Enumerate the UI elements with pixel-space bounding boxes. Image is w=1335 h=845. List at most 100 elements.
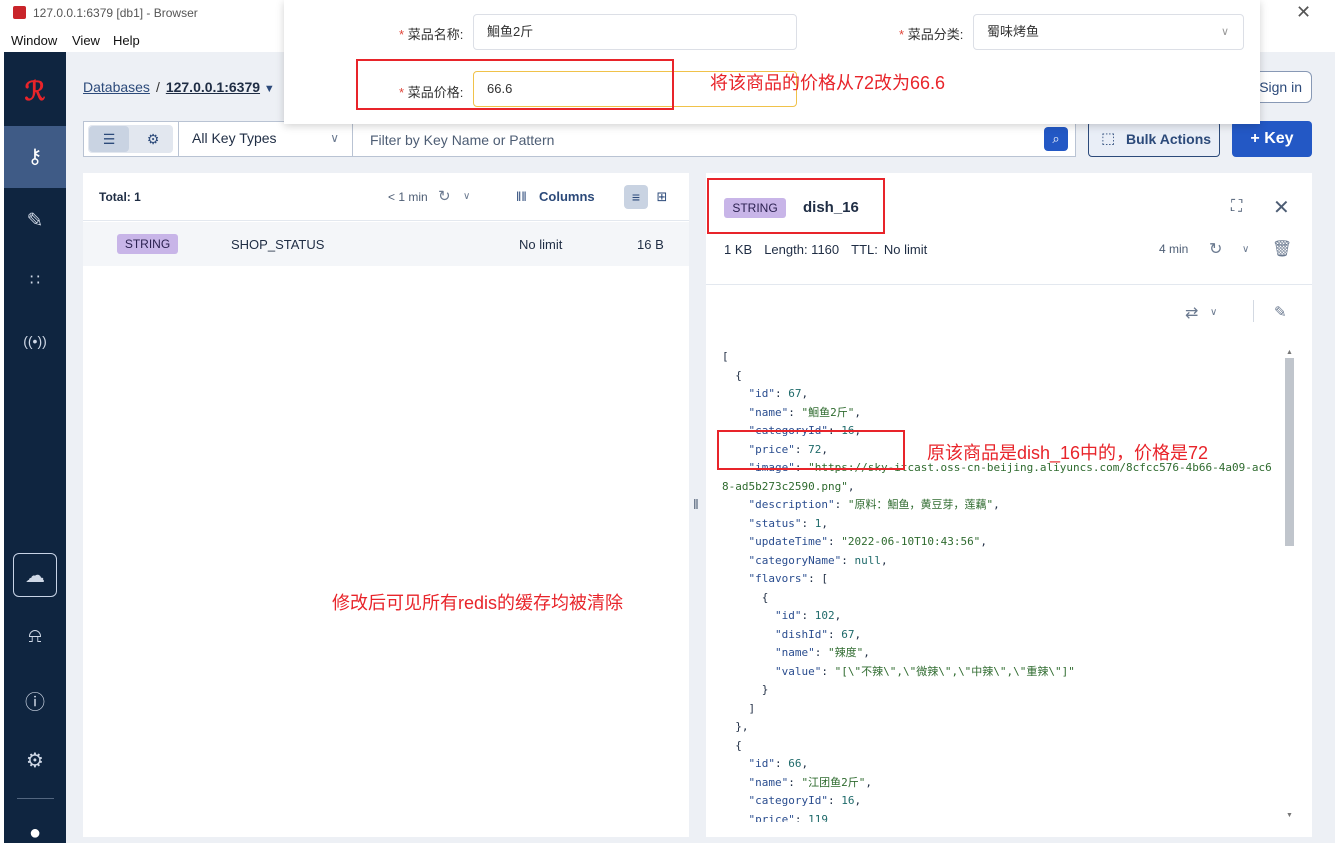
bell-icon[interactable]: ⍾ [4, 625, 66, 648]
list-view-icon[interactable]: ≡ [624, 185, 648, 209]
json-line: { [722, 590, 769, 604]
trash-icon[interactable]: 🗑 [1272, 239, 1292, 259]
json-line: [ [722, 350, 729, 363]
search-icon[interactable]: ⌕ [1044, 127, 1068, 151]
ttl-value[interactable]: No limit [884, 242, 927, 257]
chevron-down-icon[interactable]: ∨ [1210, 307, 1217, 318]
type-badge: STRING [117, 234, 178, 254]
dish-category-select[interactable]: 蜀味烤鱼 ∨ [973, 14, 1244, 50]
annotation-box-price [356, 59, 674, 110]
required-mark: * [899, 27, 905, 42]
chevron-down-icon: ∨ [330, 131, 339, 145]
key-list-panel [83, 173, 689, 837]
key-size: 16 B [637, 237, 664, 252]
total-count: Total: 1 [99, 190, 141, 204]
dish-name-label: * 菜品名称: [399, 24, 463, 43]
key-length: Length: 1160 [764, 242, 840, 257]
filter-input[interactable] [370, 130, 1030, 150]
dish-name-label-text: 菜品名称: [407, 27, 464, 42]
search-view-icon[interactable]: ⚙ [134, 126, 172, 152]
settings-icon[interactable]: ⚙ [4, 748, 66, 773]
annotation-box-price-field [717, 430, 905, 470]
key-type-value: All Key Types [192, 130, 277, 146]
json-line: "flavors": [ [748, 572, 828, 585]
app-logo-icon [13, 6, 26, 19]
help-icon[interactable]: ⓘ [4, 686, 66, 715]
refresh-icon[interactable]: ↻ [438, 187, 451, 205]
menu-help[interactable]: Help [113, 33, 140, 48]
annotation-box-key [707, 178, 885, 234]
json-line: "id": 66, [748, 757, 809, 770]
fullscreen-icon[interactable]: ⛶ [1231, 198, 1242, 216]
json-line: { [722, 738, 742, 752]
json-line: "categoryId": 16, [748, 794, 862, 807]
chevron-down-icon[interactable]: ▼ [264, 83, 275, 95]
json-line: "categoryName": null, [748, 553, 888, 567]
breadcrumb-databases[interactable]: Databases [83, 79, 150, 95]
dish-category-value: 蜀味烤鱼 [987, 24, 1040, 39]
annotation-original: 原该商品是dish_16中的，价格是72 [927, 443, 1209, 463]
json-line: "dishId": 67, [774, 627, 862, 641]
edit-icon[interactable]: ✎ [4, 208, 66, 233]
key-name: SHOP_STATUS [231, 237, 325, 252]
annotation-cache-cleared: 修改后可见所有redis的缓存均被清除 [332, 593, 624, 613]
chevron-down-icon: ∨ [1220, 26, 1229, 38]
scroll-up-icon[interactable]: ▲ [1286, 349, 1293, 356]
scroll-down-icon[interactable]: ▼ [1286, 812, 1293, 819]
json-line: ] [722, 701, 756, 715]
pubsub-icon[interactable]: ((•)) [4, 333, 66, 349]
json-line: }, [722, 720, 749, 733]
json-line: { [722, 368, 742, 382]
menu-window[interactable]: Window [11, 33, 57, 48]
json-line: "name": "鮰鱼2斤", [748, 405, 862, 419]
cloud-icon: ☁ [25, 565, 45, 587]
breadcrumb-separator: / [155, 79, 160, 95]
toolbar-divider [1253, 300, 1254, 322]
breadcrumb-host[interactable]: 127.0.0.1:6379 [166, 79, 260, 95]
key-ttl: No limit [519, 237, 563, 252]
dish-name-input[interactable]: 鮰鱼2斤 [473, 14, 797, 50]
panel-resize-handle[interactable]: ‖ [693, 496, 699, 512]
json-line: "value": "[\"不辣\",\"微辣\",\"中辣\",\"重辣\"]" [774, 664, 1075, 678]
github-icon[interactable]: ● [4, 822, 66, 845]
tree-view-icon[interactable]: ⊞ [650, 185, 674, 209]
json-line: "name": "辣度", [774, 646, 870, 659]
columns-button[interactable]: Columns [539, 189, 595, 204]
json-value-viewer[interactable]: [ { "id": 67, "name": "鮰鱼2斤", "categoryI… [722, 348, 1278, 822]
format-switch-icon[interactable]: ⇄ [1185, 303, 1198, 323]
json-line: "description": "原料：鮰鱼，黄豆芽，莲藕", [748, 498, 1000, 511]
annotation-price-change: 将该商品的价格从72改为66.6 [710, 73, 946, 93]
json-line: } [722, 683, 769, 696]
window-close-icon[interactable]: ✕ [1296, 2, 1311, 23]
ttl-label: TTL: [851, 242, 878, 257]
close-icon[interactable]: ✕ [1273, 195, 1290, 220]
sidebar-divider [17, 798, 54, 799]
scrollbar-thumb[interactable] [1285, 358, 1294, 546]
detail-refresh-time: 4 min [1159, 242, 1189, 256]
refresh-icon[interactable]: ↻ [1209, 239, 1222, 259]
browser-view-icon[interactable]: ☰ [89, 126, 129, 152]
dish-category-label: * 菜品分类: [899, 24, 963, 43]
json-line: "status": 1, [748, 516, 828, 530]
json-line: "id": 67, [748, 387, 809, 400]
columns-icon: ‖‖ [516, 189, 527, 204]
analytics-icon[interactable]: ∷ [4, 270, 66, 290]
redis-logo-icon[interactable]: ℛ [4, 77, 66, 107]
json-line: "id": 102, [774, 609, 842, 622]
detail-divider [706, 284, 1312, 285]
chevron-down-icon[interactable]: ∨ [463, 191, 470, 202]
required-mark: * [399, 27, 405, 42]
add-key-button[interactable]: + Key [1232, 121, 1312, 157]
last-refresh-time: < 1 min [388, 190, 428, 204]
pencil-icon[interactable]: ✎ [1274, 303, 1287, 321]
json-line: "price": 119 [748, 812, 828, 823]
chevron-down-icon[interactable]: ∨ [1242, 244, 1249, 255]
key-icon[interactable]: ⚷ [4, 144, 66, 169]
json-line: "name": "江团鱼2斤", [748, 775, 873, 789]
key-meta: 1 KB Length: 1160 TTL: No limit [724, 242, 939, 257]
key-size: 1 KB [724, 242, 753, 257]
key-type-select[interactable]: All Key Types ∨ [178, 121, 353, 157]
breadcrumb: Databases / 127.0.0.1:6379 ▼ [83, 79, 275, 95]
layers-icon: ⬚ [1101, 130, 1116, 147]
menu-view[interactable]: View [72, 33, 100, 48]
